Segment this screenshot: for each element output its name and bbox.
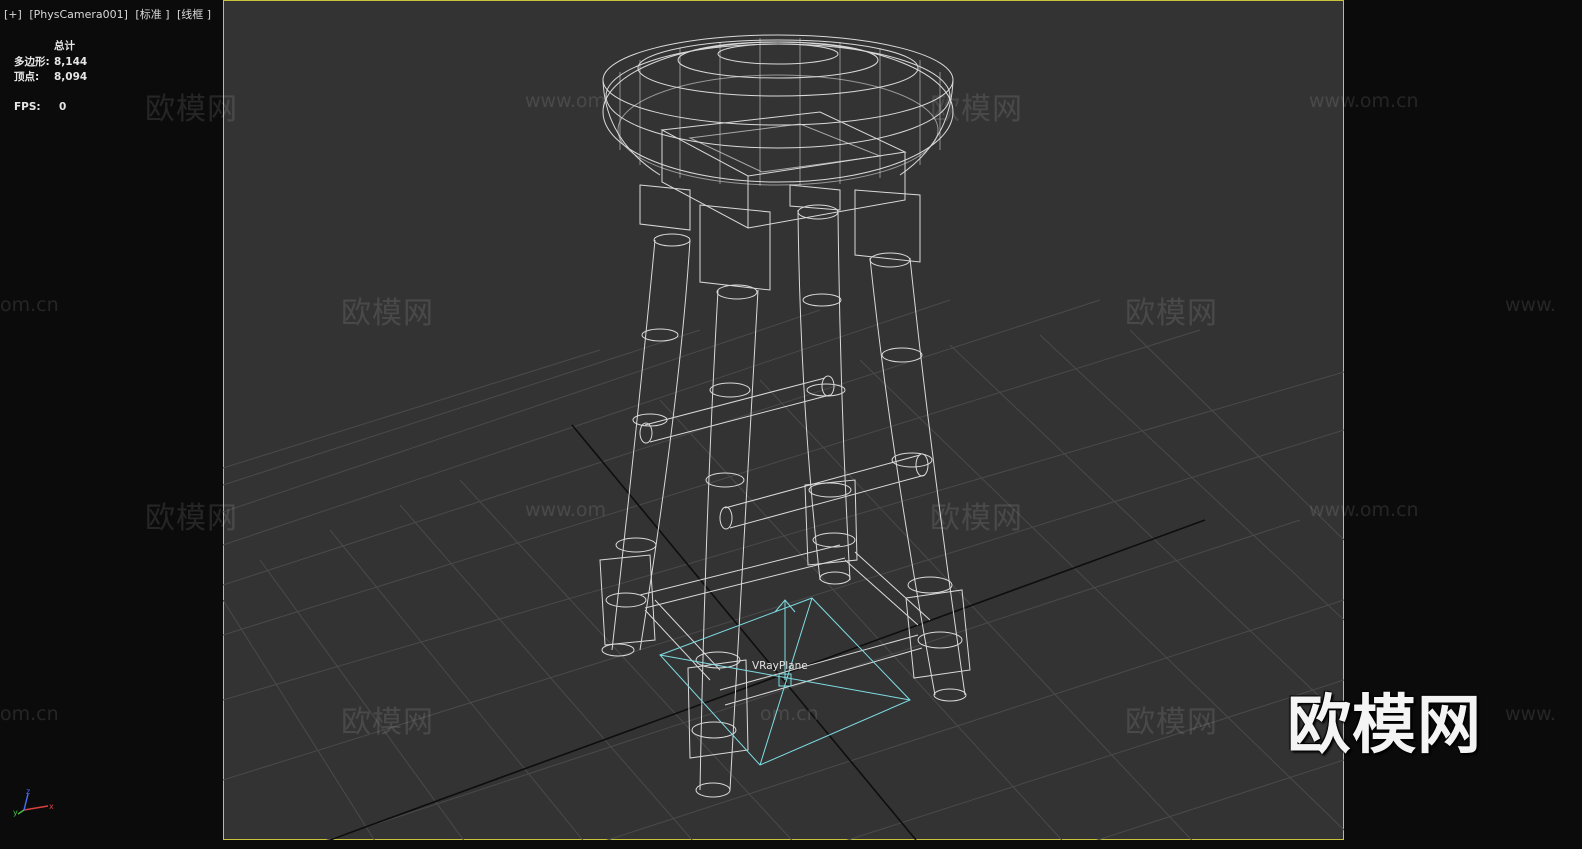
brand-logo: 欧模网 <box>1287 689 1482 763</box>
fps-label: FPS: <box>14 100 41 113</box>
vray-plane-label[interactable]: VRayPlane <box>752 660 808 672</box>
axis-tripod-icon: x z y <box>13 787 54 817</box>
viewport-shading-menu[interactable]: [线框 ] <box>177 8 211 21</box>
floor-grid <box>223 299 1344 840</box>
stats-vertices-row: 顶点: 8,094 <box>14 69 87 85</box>
polygons-label: 多边形: <box>14 55 50 68</box>
stats-fps-row: FPS: 0 <box>14 101 87 117</box>
viewport-maximize-menu[interactable]: [+] <box>4 8 22 21</box>
world-axes <box>329 424 1206 840</box>
stats-polygons-row: 多边形: 8,144 <box>14 54 87 70</box>
viewport-camera-menu[interactable]: [PhysCamera001] <box>29 8 128 21</box>
vertices-label: 顶点: <box>14 71 40 83</box>
viewport-render-mode-menu[interactable]: [标准 ] <box>135 8 169 21</box>
stats-header: 总计 <box>54 40 75 52</box>
fps-value: 0 <box>59 100 67 113</box>
axis-z-label: z <box>26 787 30 796</box>
axis-y-label: y <box>13 808 18 817</box>
vertices-value: 8,094 <box>54 71 88 83</box>
viewport[interactable]: 欧模网 www.om 欧模网 www.om.cn om.cn 欧模网 欧模网 w… <box>0 0 1582 849</box>
axis-x-label: x <box>49 802 54 811</box>
viewport-label: [+] [PhysCamera001] [标准 ] [线框 ] <box>4 6 215 22</box>
scene-statistics: 总计 多边形: 8,144 顶点: 8,094 FPS: 0 <box>14 38 87 116</box>
polygons-value: 8,144 <box>54 55 88 68</box>
